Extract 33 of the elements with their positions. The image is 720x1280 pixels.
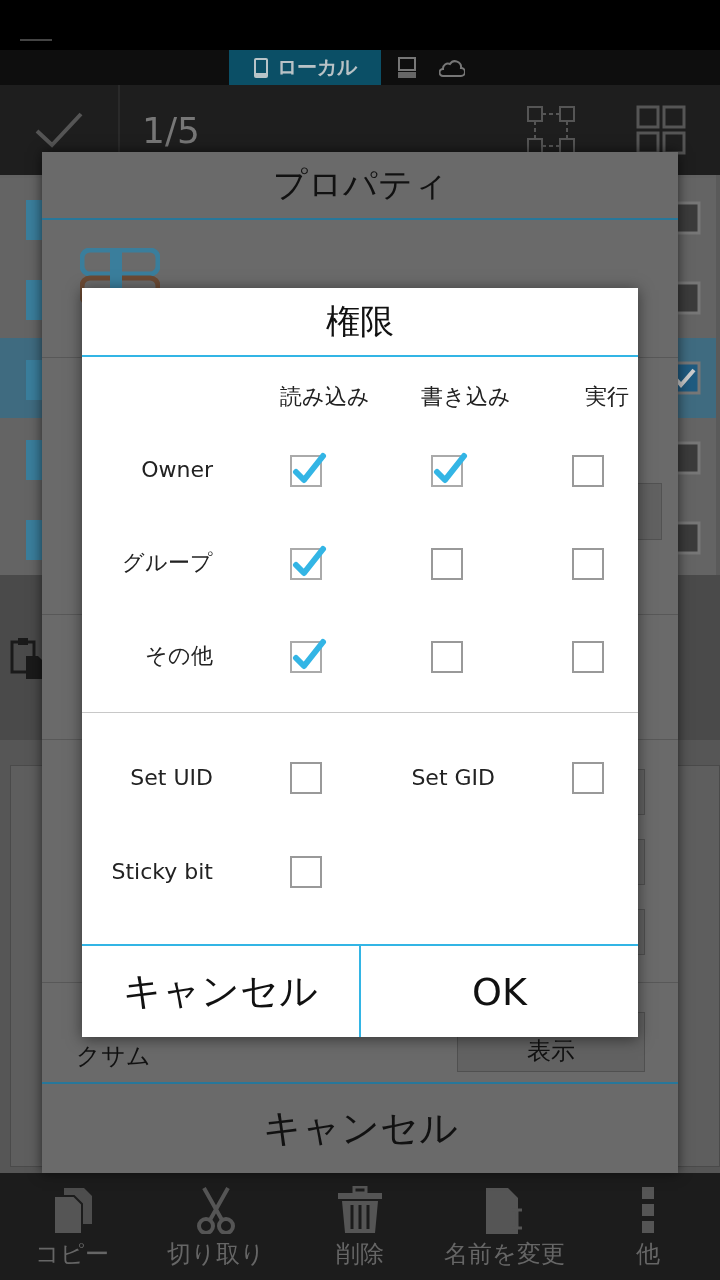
cloud-icon	[439, 57, 465, 78]
clipboard-icon[interactable]	[10, 635, 44, 680]
more-icon	[641, 1186, 655, 1234]
column-header: 書き込み	[421, 383, 511, 411]
row-label: Owner	[141, 457, 214, 482]
selection-counter: 1/5	[141, 109, 201, 151]
scissors-icon	[196, 1186, 236, 1234]
document-icon	[484, 1186, 524, 1234]
toolbar-button[interactable]: 名前を変更	[432, 1173, 576, 1280]
toolbar-button[interactable]: コピー	[0, 1173, 144, 1280]
option-label: Set UID	[130, 764, 214, 790]
phone-icon	[253, 56, 269, 79]
toolbar-button[interactable]: 切り取り	[144, 1173, 288, 1280]
source-tab[interactable]: ローカル	[229, 50, 381, 85]
column-header: 実行	[585, 383, 629, 411]
row-label: その他	[145, 641, 214, 670]
checksum-label: クサム	[76, 1041, 151, 1072]
column-header: 読み込み	[280, 383, 370, 411]
option-label: Sticky bit	[111, 858, 214, 884]
dialog-button[interactable]: OK	[359, 946, 638, 1037]
cancel-button[interactable]: キャンセル	[42, 1082, 678, 1173]
dialog-title: プロパティ	[272, 163, 448, 206]
select-tree-icon[interactable]	[526, 105, 576, 155]
row-label: グループ	[122, 548, 214, 577]
check-icon[interactable]	[34, 111, 84, 149]
trash-icon	[336, 1186, 384, 1234]
dialog-title: 権限	[326, 299, 394, 343]
option-label: Set GID	[411, 764, 496, 790]
select-all-icon[interactable]	[636, 105, 686, 155]
toolbar-button[interactable]: 削除	[288, 1173, 432, 1280]
dialog-button[interactable]: キャンセル	[82, 946, 359, 1037]
toolbar-button[interactable]: 他	[576, 1173, 720, 1280]
computer-icon	[397, 56, 417, 79]
